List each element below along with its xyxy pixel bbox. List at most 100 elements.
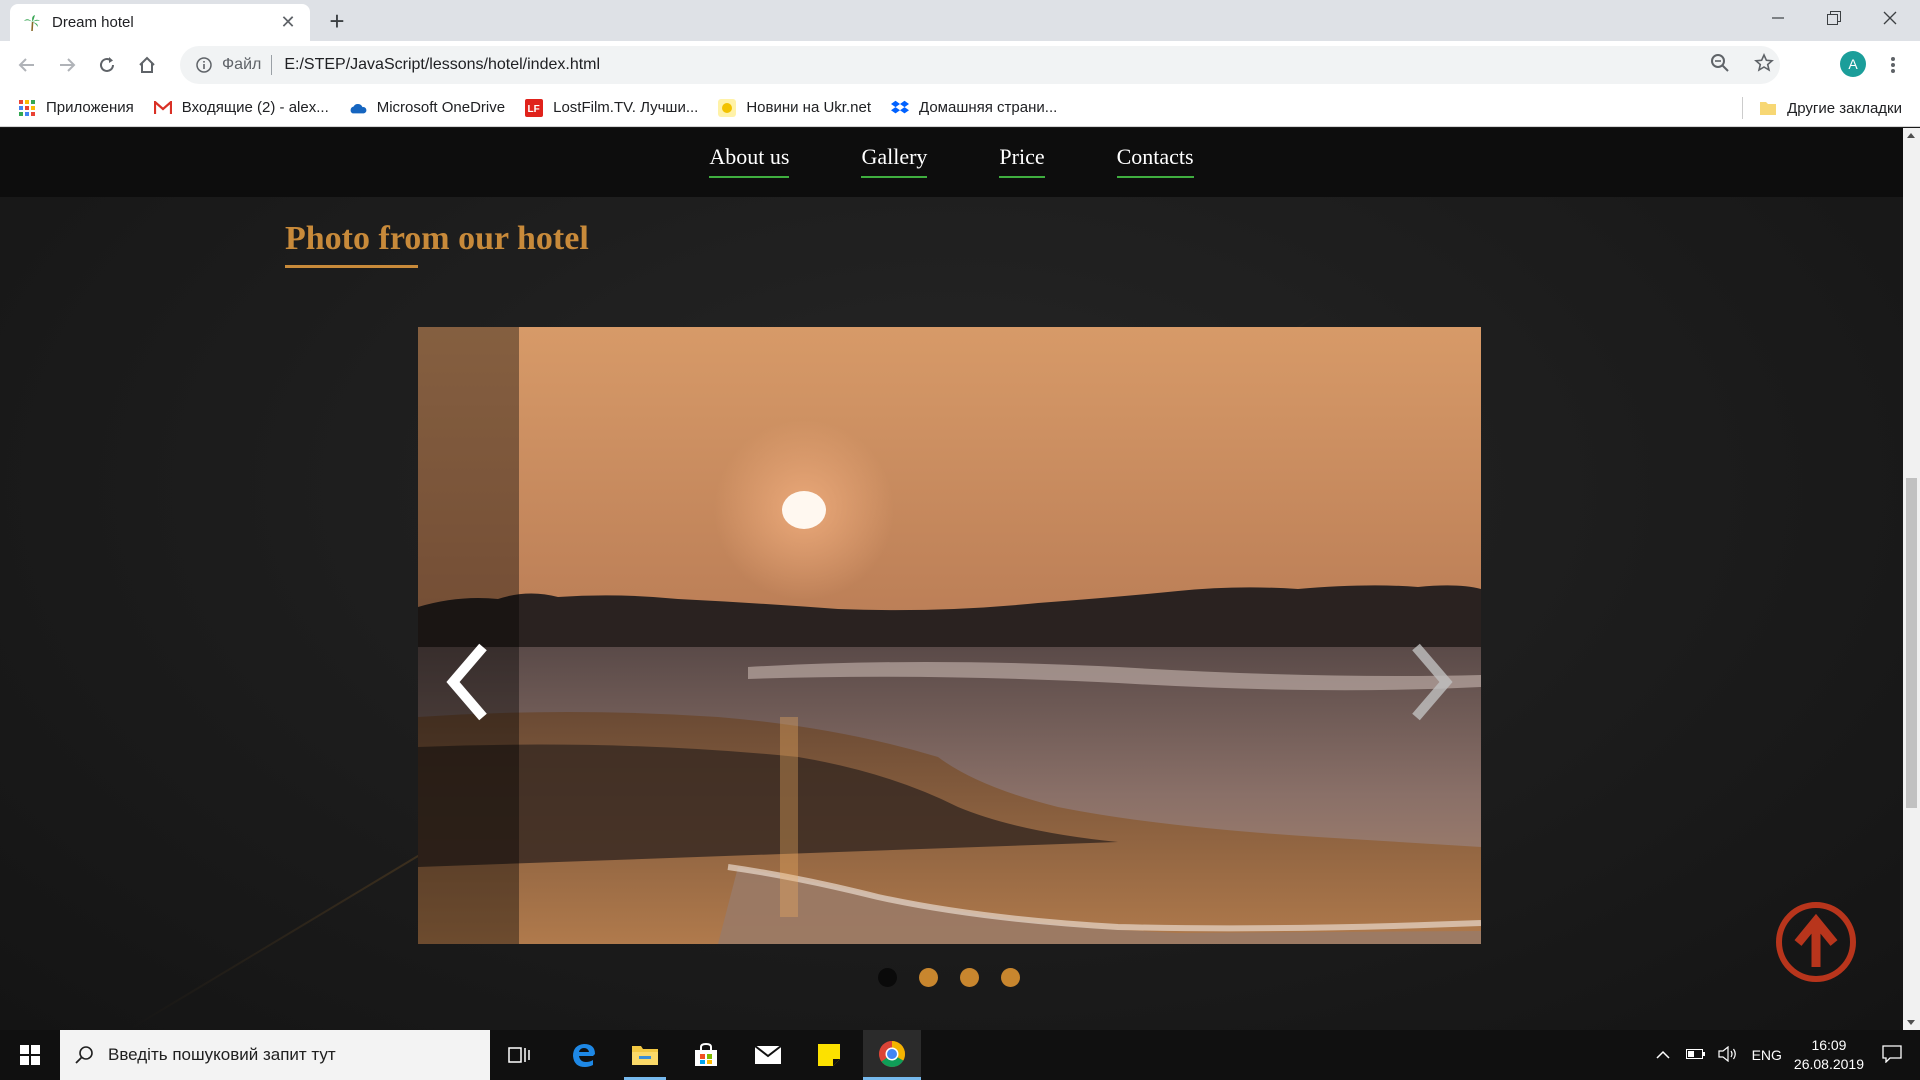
section-title: Photo from our hotel bbox=[285, 220, 589, 257]
tray-overflow-icon[interactable] bbox=[1656, 1047, 1670, 1063]
taskbar-file-explorer[interactable] bbox=[616, 1030, 674, 1080]
site-info-icon[interactable] bbox=[194, 55, 214, 75]
slider-dot-4[interactable] bbox=[1001, 968, 1020, 987]
bookmark-label: Новини на Ukr.net bbox=[746, 99, 871, 116]
profile-avatar[interactable]: A bbox=[1840, 51, 1866, 77]
bookmark-dropbox[interactable]: Домашняя страни... bbox=[891, 99, 1057, 117]
scrollbar-thumb[interactable] bbox=[1906, 478, 1917, 808]
scroll-up-arrow-icon[interactable] bbox=[1907, 133, 1915, 138]
task-view-button[interactable] bbox=[490, 1030, 548, 1080]
slider-next-button[interactable] bbox=[1401, 637, 1461, 727]
lostfilm-icon: LF bbox=[525, 98, 544, 117]
other-bookmarks-folder[interactable]: Другие закладки bbox=[1759, 89, 1902, 127]
clock-date: 26.08.2019 bbox=[1793, 1056, 1864, 1072]
windows-taskbar: Введіть пошуковий запит тут ENG 16:09 26… bbox=[0, 1030, 1920, 1080]
input-language[interactable]: ENG bbox=[1752, 1047, 1782, 1063]
chevron-right-icon bbox=[1412, 643, 1453, 721]
clock-time: 16:09 bbox=[1811, 1037, 1847, 1053]
windows-logo-icon bbox=[20, 1045, 40, 1065]
site-navigation: About us Gallery Price Contacts bbox=[0, 128, 1903, 197]
url-separator bbox=[271, 55, 273, 75]
browser-tab[interactable]: Dream hotel ✕ bbox=[10, 4, 310, 41]
new-tab-button[interactable]: + bbox=[320, 6, 354, 36]
slider-dots bbox=[878, 968, 1020, 987]
edge-icon bbox=[573, 1044, 595, 1067]
bookmark-gmail[interactable]: Входящие (2) - alex... bbox=[153, 99, 329, 117]
menu-kebab-icon[interactable] bbox=[1880, 51, 1906, 79]
task-view-icon bbox=[508, 1047, 530, 1063]
bookmark-star-icon[interactable] bbox=[1754, 52, 1774, 78]
bookmarks-divider bbox=[1742, 97, 1743, 119]
minimize-window-button[interactable] bbox=[1750, 0, 1806, 36]
sticky-notes-icon bbox=[818, 1044, 840, 1066]
folder-icon bbox=[632, 1046, 658, 1065]
nav-link-price[interactable]: Price bbox=[999, 144, 1045, 178]
other-bookmarks-label: Другие закладки bbox=[1787, 99, 1902, 117]
taskbar-sticky-notes[interactable] bbox=[800, 1030, 858, 1080]
bookmarks-bar: Приложения Входящие (2) - alex... Micros… bbox=[0, 89, 1920, 127]
section-title-underline bbox=[285, 265, 418, 268]
home-button[interactable] bbox=[132, 50, 162, 80]
palm-tree-favicon-icon bbox=[22, 13, 42, 33]
ukrnet-icon bbox=[718, 98, 737, 117]
browser-tab-strip: Dream hotel ✕ + bbox=[0, 0, 1920, 41]
browser-toolbar: Файл E:/STEP/JavaScript/lessons/hotel/in… bbox=[0, 41, 1920, 89]
battery-icon[interactable] bbox=[1685, 1047, 1706, 1063]
scroll-down-arrow-icon[interactable] bbox=[1907, 1020, 1915, 1025]
sunset-beach-photo bbox=[418, 327, 1481, 944]
taskbar-edge[interactable] bbox=[555, 1030, 613, 1080]
notifications-icon[interactable] bbox=[1882, 1044, 1902, 1066]
bookmark-label: Приложения bbox=[46, 99, 134, 116]
bookmark-lostfilm[interactable]: LF LostFilm.TV. Лучши... bbox=[525, 98, 698, 117]
apps-grid-icon bbox=[18, 99, 36, 117]
taskbar-mail[interactable] bbox=[739, 1030, 797, 1080]
clock[interactable]: 16:09 26.08.2019 bbox=[1794, 1036, 1864, 1074]
forward-button[interactable] bbox=[52, 50, 82, 80]
zoom-icon[interactable] bbox=[1710, 53, 1730, 78]
bookmark-label: Входящие (2) - alex... bbox=[181, 99, 329, 116]
reload-button[interactable] bbox=[92, 50, 122, 80]
chevron-left-icon bbox=[446, 643, 487, 721]
mail-icon bbox=[754, 1045, 782, 1064]
close-window-button[interactable] bbox=[1862, 0, 1918, 36]
nav-link-gallery[interactable]: Gallery bbox=[861, 144, 928, 178]
bookmark-ukrnet[interactable]: Новини на Ukr.net bbox=[718, 98, 871, 117]
bookmark-onedrive[interactable]: Microsoft OneDrive bbox=[349, 99, 505, 117]
folder-icon bbox=[1759, 99, 1777, 117]
bookmark-apps[interactable]: Приложения bbox=[18, 99, 134, 117]
onedrive-icon bbox=[349, 99, 367, 117]
slider-dot-1[interactable] bbox=[878, 968, 897, 987]
back-button[interactable] bbox=[12, 50, 42, 80]
system-tray: ENG 16:09 26.08.2019 bbox=[1656, 1030, 1920, 1080]
slider-prev-button[interactable] bbox=[438, 637, 498, 727]
restore-window-button[interactable] bbox=[1806, 0, 1862, 36]
nav-link-about-us[interactable]: About us bbox=[709, 144, 790, 178]
slide-edge-shade bbox=[418, 327, 519, 944]
search-icon bbox=[75, 1046, 93, 1064]
taskbar-store[interactable] bbox=[677, 1030, 735, 1080]
dropbox-icon bbox=[891, 99, 909, 117]
scroll-to-top-button[interactable] bbox=[1775, 901, 1857, 983]
url-scheme-label: Файл bbox=[222, 56, 262, 73]
photo-slider bbox=[418, 327, 1481, 944]
page-scrollbar[interactable] bbox=[1903, 128, 1920, 1030]
url-text[interactable]: E:/STEP/JavaScript/lessons/hotel/index.h… bbox=[284, 56, 1780, 74]
address-bar[interactable]: Файл E:/STEP/JavaScript/lessons/hotel/in… bbox=[180, 46, 1780, 84]
close-tab-icon[interactable]: ✕ bbox=[278, 12, 298, 33]
search-placeholder: Введіть пошуковий запит тут bbox=[108, 1045, 336, 1064]
nav-link-contacts[interactable]: Contacts bbox=[1116, 144, 1194, 178]
start-button[interactable] bbox=[0, 1030, 60, 1080]
slider-dot-3[interactable] bbox=[960, 968, 979, 987]
arrow-up-circle-icon bbox=[1776, 902, 1856, 982]
taskbar-chrome[interactable] bbox=[863, 1030, 921, 1080]
svg-text:LF: LF bbox=[528, 104, 540, 115]
taskbar-search-box[interactable]: Введіть пошуковий запит тут bbox=[60, 1030, 490, 1080]
store-bag-icon bbox=[695, 1042, 717, 1066]
chrome-icon bbox=[879, 1040, 906, 1067]
bookmark-label: Домашняя страни... bbox=[919, 99, 1058, 116]
page-viewport: About us Gallery Price Contacts Photo fr… bbox=[0, 128, 1903, 1030]
volume-icon[interactable] bbox=[1717, 1045, 1738, 1065]
gmail-icon bbox=[153, 99, 172, 117]
bookmark-label: Microsoft OneDrive bbox=[376, 99, 506, 116]
slider-dot-2[interactable] bbox=[919, 968, 938, 987]
